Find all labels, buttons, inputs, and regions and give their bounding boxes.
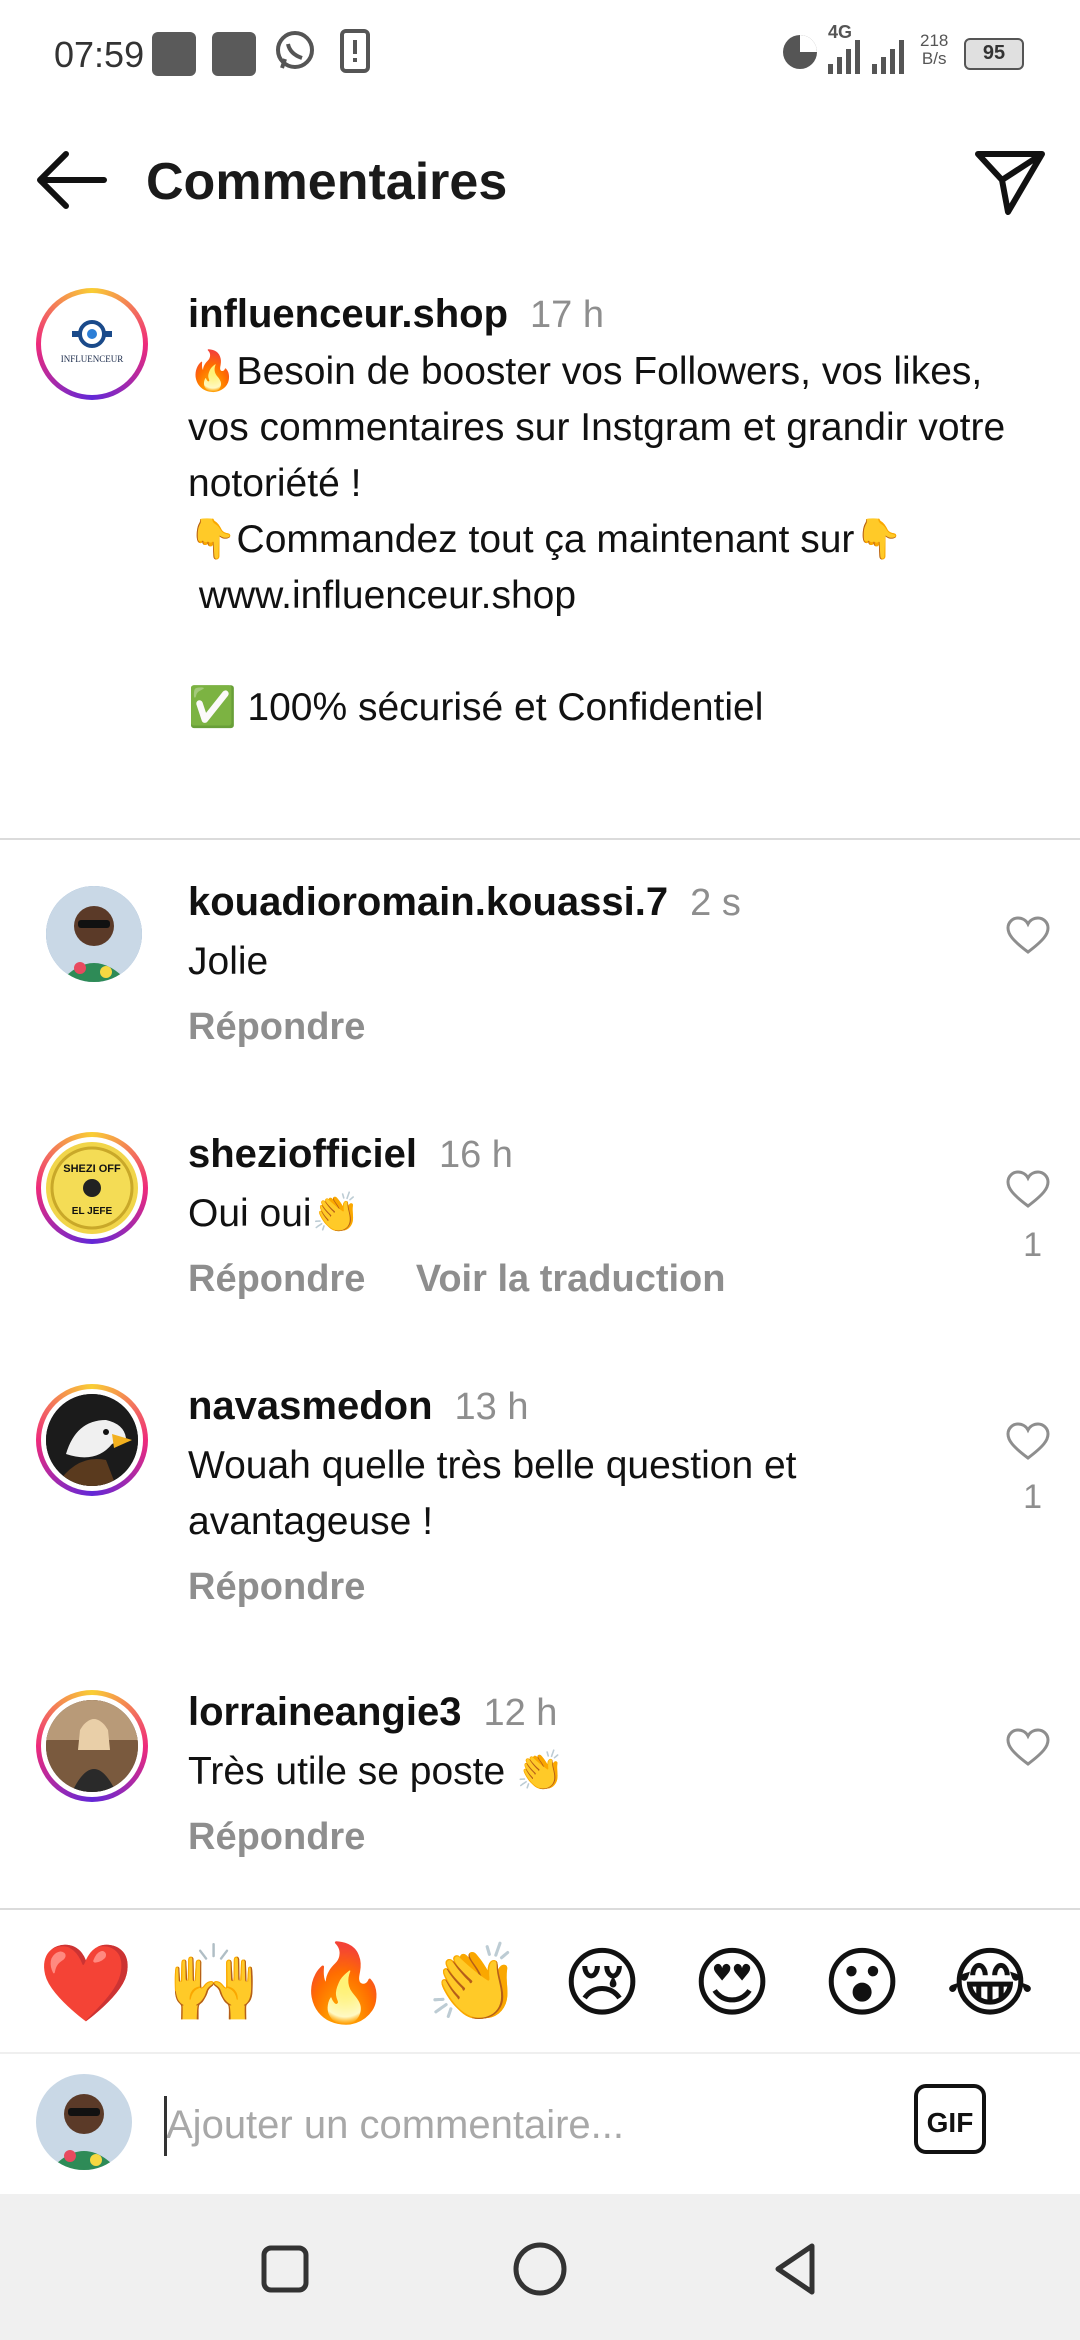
back-arrow-icon[interactable] <box>30 148 110 212</box>
comment-username[interactable]: sheziofficiel <box>188 1132 417 1176</box>
status-right: 4G 218 B/s 95 <box>780 22 1050 82</box>
emoji-crying[interactable]: 😢 <box>552 1944 652 2024</box>
emoji-heart-eyes[interactable]: 😍 <box>682 1944 782 2024</box>
influenceur-logo: INFLUENCEUR <box>61 320 124 364</box>
gif-button[interactable]: GIF <box>914 2084 986 2154</box>
net-speed: 218 B/s <box>920 32 948 68</box>
reply-button[interactable]: Répondre <box>188 1006 365 1048</box>
comment-actions: Répondre <box>188 1566 365 1609</box>
comment-username[interactable]: kouadioromain.kouassi.7 <box>188 880 668 924</box>
like-count: 1 <box>1023 1478 1042 1516</box>
heart-outline-icon[interactable] <box>1006 1422 1050 1462</box>
emoji-tears-of-joy[interactable]: 😂 <box>940 1944 1040 2024</box>
comment-username[interactable]: lorraineangie3 <box>188 1690 461 1734</box>
net-speed-value: 218 <box>920 31 949 50</box>
heart-outline-icon[interactable] <box>1006 1728 1050 1768</box>
avatar <box>36 2074 132 2170</box>
circle-icon[interactable] <box>505 2234 575 2304</box>
avatar[interactable] <box>36 1384 148 1496</box>
signal-icon-2 <box>872 40 904 74</box>
avatar-text-bottom: EL JEFE <box>72 1206 113 1217</box>
header: Commentaires <box>0 110 1080 250</box>
emoji-raising-hands[interactable]: 🙌 <box>164 1944 264 2024</box>
see-translation-button[interactable]: Voir la traduction <box>416 1258 726 1300</box>
caption-username[interactable]: influenceur.shop <box>188 292 508 336</box>
comment-text: Très utile se poste 👏 <box>188 1750 565 1793</box>
notification-app-icon <box>212 32 256 76</box>
data-saver-icon <box>783 35 817 69</box>
comment-meta: kouadioromain.kouassi.7 2 s <box>188 880 741 925</box>
comment-actions: Répondre <box>188 1006 365 1049</box>
comment-time: 12 h <box>483 1692 558 1734</box>
emoji-heart[interactable]: ❤️ <box>36 1944 136 2024</box>
status-time: 07:59 <box>54 34 145 75</box>
post-caption: INFLUENCEUR influenceur.shop 17 h 🔥Besoin… <box>0 270 1080 840</box>
comment-text: Oui oui👏 <box>188 1192 361 1235</box>
reply-button[interactable]: Répondre <box>188 1816 365 1858</box>
emoji-fire[interactable]: 🔥 <box>294 1944 394 2024</box>
avatar[interactable]: INFLUENCEUR <box>36 288 148 400</box>
comment-item: kouadioromain.kouassi.7 2 s Jolie Répondr… <box>0 880 1080 1080</box>
comment-username[interactable]: navasmedon <box>188 1384 433 1428</box>
paper-plane-icon[interactable] <box>970 142 1050 222</box>
caption-time: 17 h <box>530 294 605 336</box>
comment-text: Wouah quelle très belle question et avan… <box>188 1444 808 1543</box>
comment-item: lorraineangie3 12 h Très utile se poste 👏… <box>0 1690 1080 1890</box>
comment-actions: Répondre <box>188 1816 365 1859</box>
reply-button[interactable]: Répondre <box>188 1566 365 1608</box>
comment-text: Jolie <box>188 940 269 983</box>
text-cursor <box>164 2096 167 2156</box>
caption-text: 🔥Besoin de booster vos Followers, vos li… <box>188 350 1006 729</box>
comment-item: navasmedon 13 h Wouah quelle très belle q… <box>0 1384 1080 1634</box>
net-speed-unit: B/s <box>921 49 947 68</box>
comment-item: SHEZI OFF EL JEFE sheziofficiel 16 h Oui … <box>0 1132 1080 1352</box>
avatar[interactable] <box>46 886 142 982</box>
avatar-text-top: SHEZI OFF <box>63 1163 121 1175</box>
comments-screen: 07:59 4G 218 B/s 95 Commentaires INFLUEN… <box>0 0 1080 2340</box>
triangle-back-icon[interactable] <box>760 2234 830 2304</box>
comment-time: 2 s <box>690 882 741 924</box>
avatar[interactable]: SHEZI OFF EL JEFE <box>36 1132 148 1244</box>
battery-icon: 95 <box>964 38 1024 70</box>
reply-button[interactable]: Répondre <box>188 1258 365 1300</box>
square-icon[interactable] <box>250 2234 320 2304</box>
comment-time: 13 h <box>454 1386 529 1428</box>
phone-device-icon <box>340 29 370 73</box>
system-nav-bar <box>0 2194 1080 2340</box>
emoji-surprised[interactable]: 😮 <box>812 1944 912 2024</box>
comment-actions: Répondre Voir la traduction <box>188 1258 725 1301</box>
signal-icon <box>828 40 860 74</box>
comment-input[interactable] <box>164 2092 888 2158</box>
comment-meta: lorraineangie3 12 h <box>188 1690 557 1735</box>
battery-level: 95 <box>982 42 1006 64</box>
notification-app-icon <box>152 32 196 76</box>
status-bar: 07:59 4G 218 B/s 95 <box>0 0 1080 110</box>
whatsapp-icon <box>276 31 314 69</box>
comment-input-row: GIF <box>0 2052 1080 2194</box>
heart-outline-icon[interactable] <box>1006 1170 1050 1210</box>
comment-time: 16 h <box>438 1134 513 1176</box>
emoji-reaction-bar: ❤️ 🙌 🔥 👏 😢 😍 😮 😂 <box>0 1908 1080 2054</box>
caption-meta: influenceur.shop 17 h <box>188 292 604 337</box>
emoji-clapping[interactable]: 👏 <box>424 1944 524 2024</box>
like-count: 1 <box>1023 1226 1042 1264</box>
page-title: Commentaires <box>146 153 508 211</box>
comment-meta: sheziofficiel 16 h <box>188 1132 513 1177</box>
comment-meta: navasmedon 13 h <box>188 1384 529 1429</box>
avatar[interactable] <box>36 1690 148 1802</box>
heart-outline-icon[interactable] <box>1006 916 1050 956</box>
logo-text: INFLUENCEUR <box>61 354 124 364</box>
